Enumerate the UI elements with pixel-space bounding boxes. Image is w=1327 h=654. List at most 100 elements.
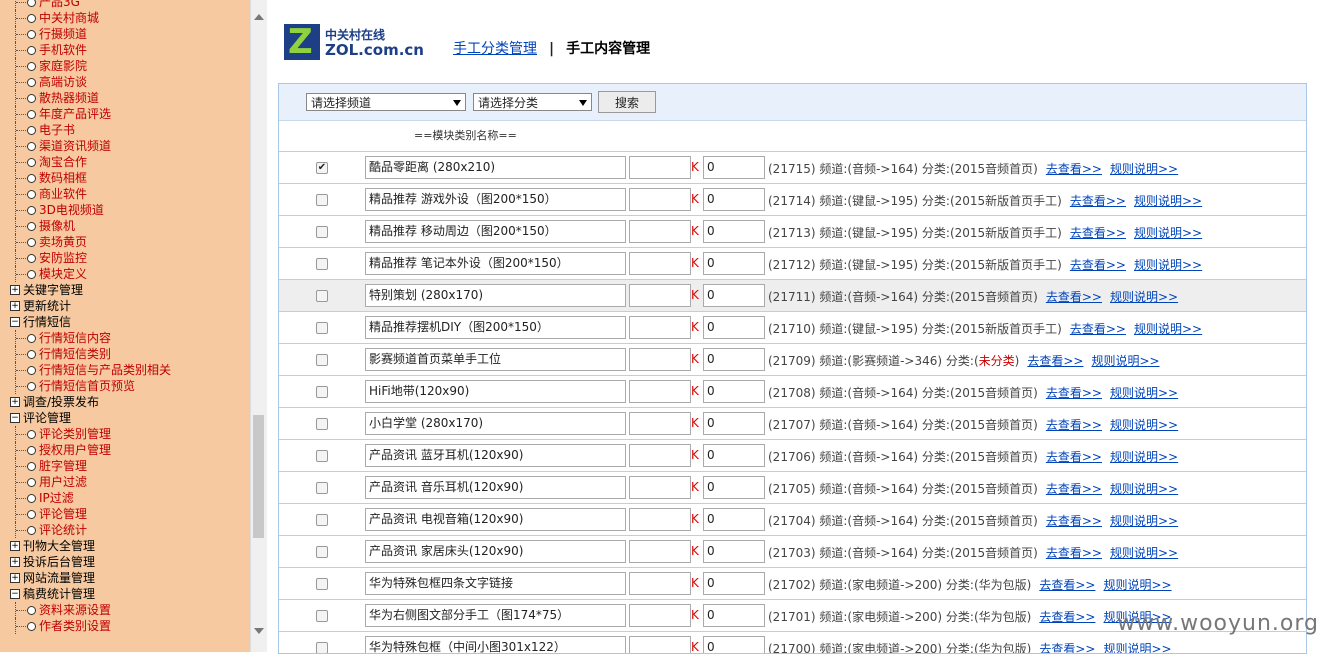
tree-label[interactable]: 商业软件 [39, 186, 87, 202]
size-field[interactable] [629, 380, 691, 403]
view-link[interactable]: 去查看>> [1070, 226, 1126, 240]
module-name-field[interactable]: 精品推荐 移动周边（图200*150） [365, 220, 626, 243]
size-field[interactable] [629, 444, 691, 467]
view-link[interactable]: 去查看>> [1046, 386, 1102, 400]
size-field[interactable] [629, 572, 691, 595]
view-link[interactable]: 去查看>> [1046, 290, 1102, 304]
size-field[interactable] [629, 604, 691, 627]
order-field[interactable]: 0 [703, 476, 765, 499]
tree-item[interactable]: 授权用户管理 [0, 442, 250, 458]
tree-item[interactable]: 评论类别管理 [0, 426, 250, 442]
module-name-field[interactable]: 精品推荐 笔记本外设（图200*150） [365, 252, 626, 275]
tree-label[interactable]: 中关村商城 [39, 10, 99, 26]
view-link[interactable]: 去查看>> [1070, 258, 1126, 272]
collapse-icon[interactable]: − [10, 317, 20, 327]
view-link[interactable]: 去查看>> [1046, 546, 1102, 560]
rule-link[interactable]: 规则说明>> [1134, 258, 1202, 272]
tree-label[interactable]: 评论管理 [39, 506, 87, 522]
tree-item[interactable]: 手机软件 [0, 42, 250, 58]
tree-item[interactable]: 产品3G [0, 0, 250, 10]
tree-group[interactable]: + 投诉后台管理 [0, 554, 250, 570]
tree-item[interactable]: 安防监控 [0, 250, 250, 266]
row-checkbox[interactable] [316, 450, 328, 462]
view-link[interactable]: 去查看>> [1046, 514, 1102, 528]
view-link[interactable]: 去查看>> [1046, 450, 1102, 464]
size-field[interactable] [629, 508, 691, 531]
row-checkbox[interactable] [316, 322, 328, 334]
order-field[interactable]: 0 [703, 380, 765, 403]
module-name-field[interactable]: 产品资讯 蓝牙耳机(120x90) [365, 444, 626, 467]
tree-group[interactable]: + 调查/投票发布 [0, 394, 250, 410]
tree-item[interactable]: 行摄频道 [0, 26, 250, 42]
rule-link[interactable]: 规则说明>> [1110, 162, 1178, 176]
row-checkbox[interactable]: ✔ [316, 162, 328, 174]
view-link[interactable]: 去查看>> [1046, 482, 1102, 496]
rule-link[interactable]: 规则说明>> [1110, 514, 1178, 528]
module-name-field[interactable]: 酷品零距离 (280x210) [365, 156, 626, 179]
tree-item[interactable]: 散热器频道 [0, 90, 250, 106]
scroll-thumb[interactable] [253, 415, 264, 538]
tree-label[interactable]: 更新统计 [23, 298, 71, 314]
row-checkbox[interactable] [316, 482, 328, 494]
tree-item[interactable]: 评论管理 [0, 506, 250, 522]
order-field[interactable]: 0 [703, 156, 765, 179]
tree-label[interactable]: 卖场黄页 [39, 234, 87, 250]
tree-item[interactable]: 渠道资讯频道 [0, 138, 250, 154]
order-field[interactable]: 0 [703, 188, 765, 211]
channel-select[interactable]: 请选择频道 [306, 93, 466, 111]
tree-item[interactable]: 年度产品评选 [0, 106, 250, 122]
tree-label[interactable]: 行情短信 [23, 314, 71, 330]
rule-link[interactable]: 规则说明>> [1134, 226, 1202, 240]
view-link[interactable]: 去查看>> [1070, 322, 1126, 336]
size-field[interactable] [629, 220, 691, 243]
tree-label[interactable]: 数码相框 [39, 170, 87, 186]
tree-group[interactable]: + 更新统计 [0, 298, 250, 314]
rule-link[interactable]: 规则说明>> [1110, 290, 1178, 304]
row-checkbox[interactable] [316, 578, 328, 590]
tree-label[interactable]: 脏字管理 [39, 458, 87, 474]
module-name-field[interactable]: 华为右侧图文部分手工（图174*75） [365, 604, 626, 627]
order-field[interactable]: 0 [703, 604, 765, 627]
module-name-field[interactable]: 华为特殊包框四条文字链接 [365, 572, 626, 595]
tree-label[interactable]: 产品3G [39, 0, 80, 10]
expand-icon[interactable]: + [10, 573, 20, 583]
search-button[interactable]: 搜索 [598, 91, 656, 113]
tree-group[interactable]: − 稿费统计管理 [0, 586, 250, 602]
row-checkbox[interactable] [316, 546, 328, 558]
nav-manual-category-link[interactable]: 手工分类管理 [453, 41, 537, 57]
module-name-field[interactable]: 产品资讯 电视音箱(120x90) [365, 508, 626, 531]
order-field[interactable]: 0 [703, 348, 765, 371]
tree-item[interactable]: 行情短信首页预览 [0, 378, 250, 394]
order-field[interactable]: 0 [703, 316, 765, 339]
order-field[interactable]: 0 [703, 540, 765, 563]
view-link[interactable]: 去查看>> [1027, 354, 1083, 368]
tree-label[interactable]: 作者类别设置 [39, 618, 111, 634]
order-field[interactable]: 0 [703, 284, 765, 307]
tree-label[interactable]: 稿费统计管理 [23, 586, 95, 602]
rule-link[interactable]: 规则说明>> [1110, 450, 1178, 464]
rule-link[interactable]: 规则说明>> [1110, 418, 1178, 432]
tree-item[interactable]: 行情短信与产品类别相关 [0, 362, 250, 378]
order-field[interactable]: 0 [703, 220, 765, 243]
expand-icon[interactable]: + [10, 557, 20, 567]
size-field[interactable] [629, 188, 691, 211]
row-checkbox[interactable] [316, 194, 328, 206]
row-checkbox[interactable] [316, 642, 328, 653]
tree-label[interactable]: 行情短信内容 [39, 330, 111, 346]
size-field[interactable] [629, 348, 691, 371]
size-field[interactable] [629, 284, 691, 307]
rule-link[interactable]: 规则说明>> [1134, 194, 1202, 208]
view-link[interactable]: 去查看>> [1046, 162, 1102, 176]
row-checkbox[interactable] [316, 514, 328, 526]
tree-item[interactable]: 模块定义 [0, 266, 250, 282]
tree-label[interactable]: 行情短信首页预览 [39, 378, 135, 394]
tree-label[interactable]: 3D电视频道 [39, 202, 104, 218]
category-select[interactable]: 请选择分类 [473, 93, 592, 111]
view-link[interactable]: 去查看>> [1039, 642, 1095, 653]
rule-link[interactable]: 规则说明>> [1091, 354, 1159, 368]
tree-label[interactable]: 电子书 [39, 122, 75, 138]
row-checkbox[interactable] [316, 418, 328, 430]
module-name-field[interactable]: 精品推荐摆机DIY（图200*150） [365, 316, 626, 339]
tree-label[interactable]: 授权用户管理 [39, 442, 111, 458]
tree-label[interactable]: 评论类别管理 [39, 426, 111, 442]
